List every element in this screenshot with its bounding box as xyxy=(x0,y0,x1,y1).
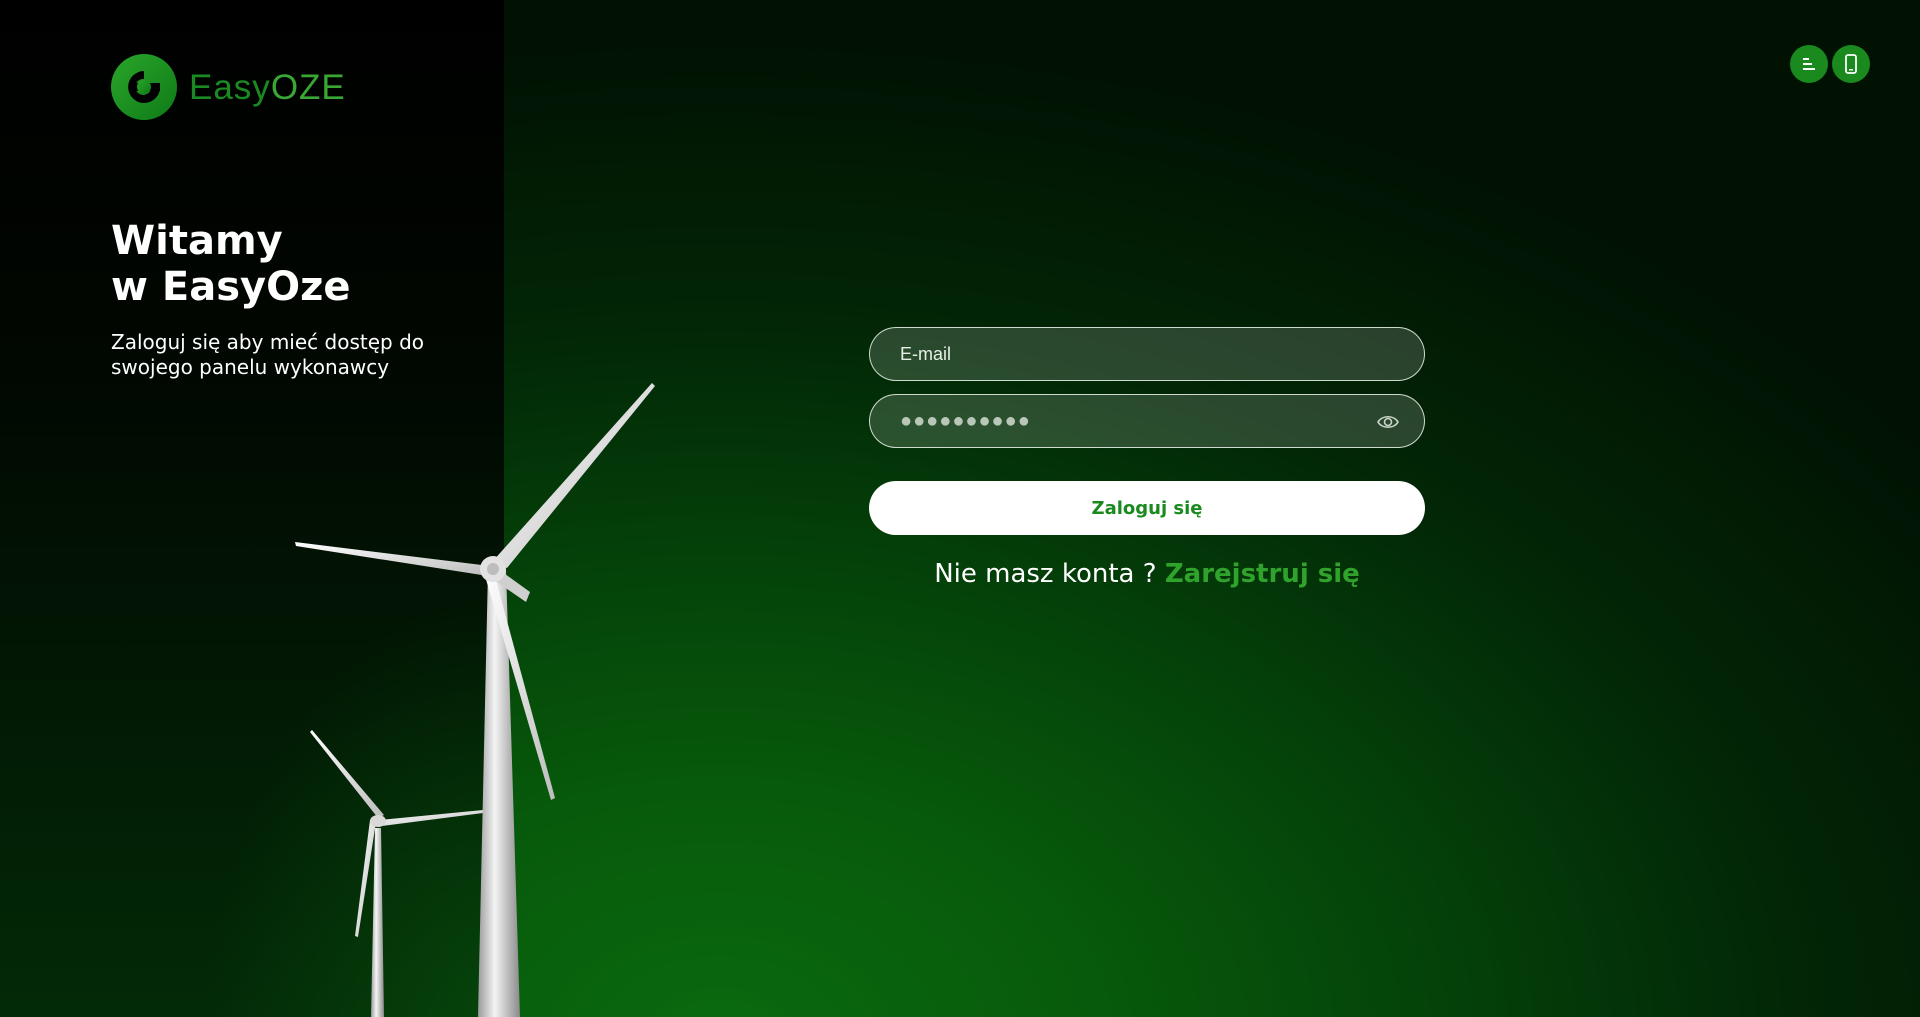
login-button[interactable]: Zaloguj się xyxy=(869,481,1425,535)
welcome-title-line2: w EasyOze xyxy=(111,264,351,310)
brand-name-part1: Easy xyxy=(189,67,271,107)
mobile-app-button[interactable] xyxy=(1832,45,1870,83)
brand-name: EasyOZE xyxy=(189,70,346,105)
eye-icon[interactable] xyxy=(1376,411,1400,433)
email-input[interactable] xyxy=(870,328,1424,380)
email-field-wrapper xyxy=(869,327,1425,381)
no-account-text: Nie masz konta ? xyxy=(934,559,1157,589)
welcome-subtitle: Zaloguj się aby mieć dostęp do swojego p… xyxy=(111,330,424,379)
welcome-title-line1: Witamy xyxy=(111,218,283,264)
brand-name-part2: OZE xyxy=(270,67,346,107)
welcome-title: Witamy w EasyOze xyxy=(111,218,451,310)
brand-logo[interactable]: EasyOZE xyxy=(111,54,346,120)
menu-button[interactable] xyxy=(1790,45,1828,83)
register-row: Nie masz konta ? Zarejstruj się xyxy=(869,559,1425,589)
register-link[interactable]: Zarejstruj się xyxy=(1165,559,1360,589)
top-actions xyxy=(1790,45,1870,83)
password-field-wrapper: ●●●●●●●●●● xyxy=(869,394,1425,448)
menu-lines-icon xyxy=(1803,58,1815,70)
password-input[interactable] xyxy=(870,395,1424,447)
easyoze-logo-icon xyxy=(111,54,177,120)
smartphone-icon xyxy=(1845,54,1857,74)
welcome-block: Witamy w EasyOze Zaloguj się aby mieć dos… xyxy=(111,218,451,380)
wind-turbines-illustration xyxy=(295,383,655,1017)
login-form: ●●●●●●●●●● Zaloguj się Nie masz konta ? … xyxy=(869,327,1425,589)
